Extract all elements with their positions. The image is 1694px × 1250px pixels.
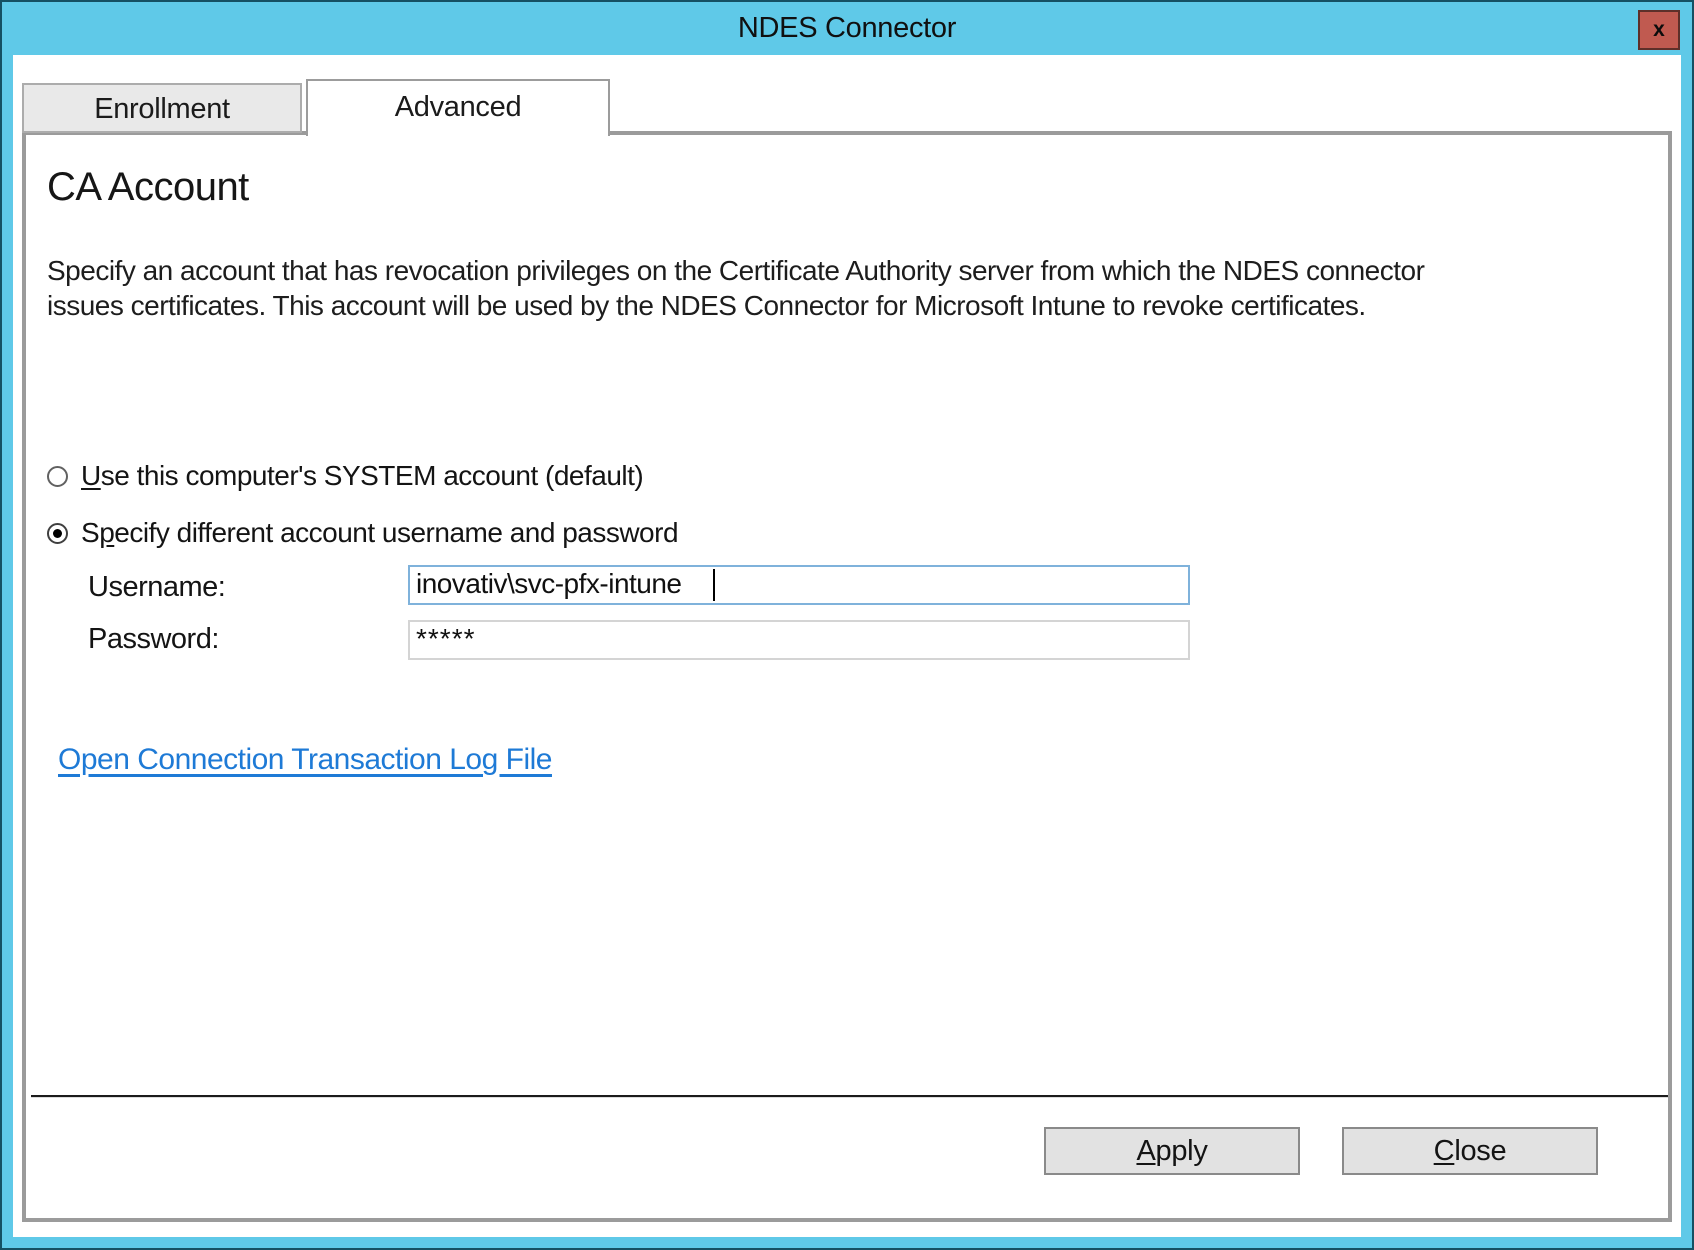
- text-caret: [713, 569, 715, 601]
- password-input[interactable]: [408, 620, 1190, 660]
- ndes-connector-window: NDES Connector x Enrollment Advanced CA …: [0, 0, 1694, 1250]
- tab-advanced[interactable]: Advanced: [306, 79, 610, 136]
- ca-account-description: Specify an account that has revocation p…: [47, 253, 1467, 323]
- close-button-accel: C: [1434, 1135, 1455, 1167]
- apply-button-label: pply: [1156, 1135, 1208, 1167]
- tab-advanced-label: Advanced: [395, 91, 522, 123]
- radio-selected-icon[interactable]: [47, 523, 68, 544]
- radio-system-label-post: se this computer's SYSTEM account (defau…: [101, 460, 644, 491]
- radio-unselected-icon[interactable]: [47, 466, 68, 487]
- radio-specify-account-label: Specify different account username and p…: [81, 517, 678, 549]
- open-transaction-log-link[interactable]: Open Connection Transaction Log File: [58, 743, 552, 777]
- radio-specify-label-post: ecify different account username and pas…: [114, 517, 678, 548]
- window-titlebar: NDES Connector: [2, 2, 1692, 55]
- radio-specify-account[interactable]: Specify different account username and p…: [47, 517, 678, 549]
- username-label: Username:: [88, 571, 225, 604]
- radio-system-label-accel: U: [81, 460, 101, 491]
- close-button-label: lose: [1454, 1135, 1506, 1167]
- page-title: CA Account: [47, 165, 249, 210]
- radio-specify-label-pre: S: [81, 517, 99, 548]
- radio-specify-label-accel: p: [99, 517, 114, 548]
- close-icon: x: [1653, 18, 1665, 41]
- close-button[interactable]: Close: [1342, 1127, 1598, 1175]
- radio-system-account[interactable]: Use this computer's SYSTEM account (defa…: [47, 460, 643, 492]
- dialog-body: Enrollment Advanced CA Account Specify a…: [13, 55, 1681, 1237]
- tab-enrollment-label: Enrollment: [94, 93, 230, 125]
- password-label: Password:: [88, 623, 219, 656]
- username-input[interactable]: [408, 565, 1190, 605]
- window-title: NDES Connector: [738, 12, 956, 44]
- apply-button-accel: A: [1136, 1135, 1155, 1167]
- radio-system-account-label: Use this computer's SYSTEM account (defa…: [81, 460, 643, 492]
- footer-divider: [31, 1095, 1668, 1098]
- window-close-button[interactable]: x: [1638, 10, 1680, 50]
- tab-enrollment[interactable]: Enrollment: [22, 83, 302, 133]
- apply-button[interactable]: Apply: [1044, 1127, 1300, 1175]
